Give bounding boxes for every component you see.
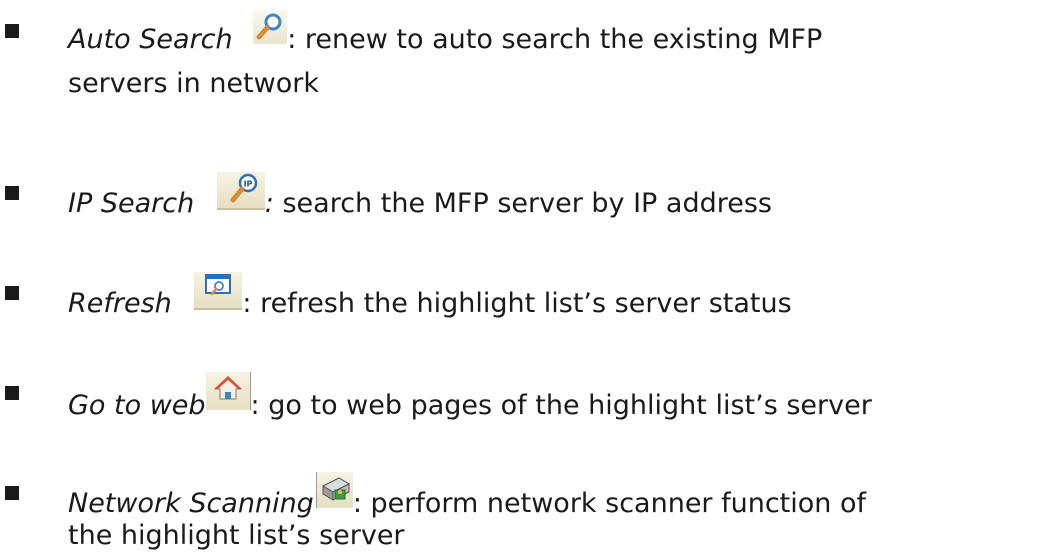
bullet-square (5, 386, 19, 400)
item-term: Refresh (68, 288, 172, 319)
bullet-square (5, 186, 19, 200)
item-separator: : (352, 488, 362, 519)
bullet-square (5, 24, 19, 38)
item-term: Network Scanning (68, 488, 314, 519)
item-term: Go to web (68, 390, 206, 421)
svg-text:IP: IP (243, 180, 252, 189)
item-continuation: servers in network (68, 68, 319, 99)
item-separator: : (250, 390, 260, 421)
refresh-window-icon (194, 272, 243, 310)
item-description: refresh the highlight list’s server stat… (251, 288, 792, 319)
item-continuation: the highlight list’s server (68, 520, 405, 551)
bullet-square (5, 486, 19, 500)
item-description: renew to auto search the existing MFP (296, 24, 823, 55)
magnifier-icon (253, 10, 288, 44)
ip-magnifier-icon: IP (216, 172, 265, 210)
item-term: IP Search (68, 188, 195, 219)
item-separator: : (287, 24, 297, 55)
item-description: go to web pages of the highlight list’s … (259, 390, 872, 421)
home-icon (205, 372, 251, 410)
scanner-icon (315, 472, 353, 508)
item-separator: : (264, 188, 274, 219)
item-description: perform network scanner function of (361, 488, 867, 519)
item-description: search the MFP server by IP address (273, 188, 772, 219)
bullet-square (5, 286, 19, 300)
item-term: Auto Search (68, 24, 233, 55)
